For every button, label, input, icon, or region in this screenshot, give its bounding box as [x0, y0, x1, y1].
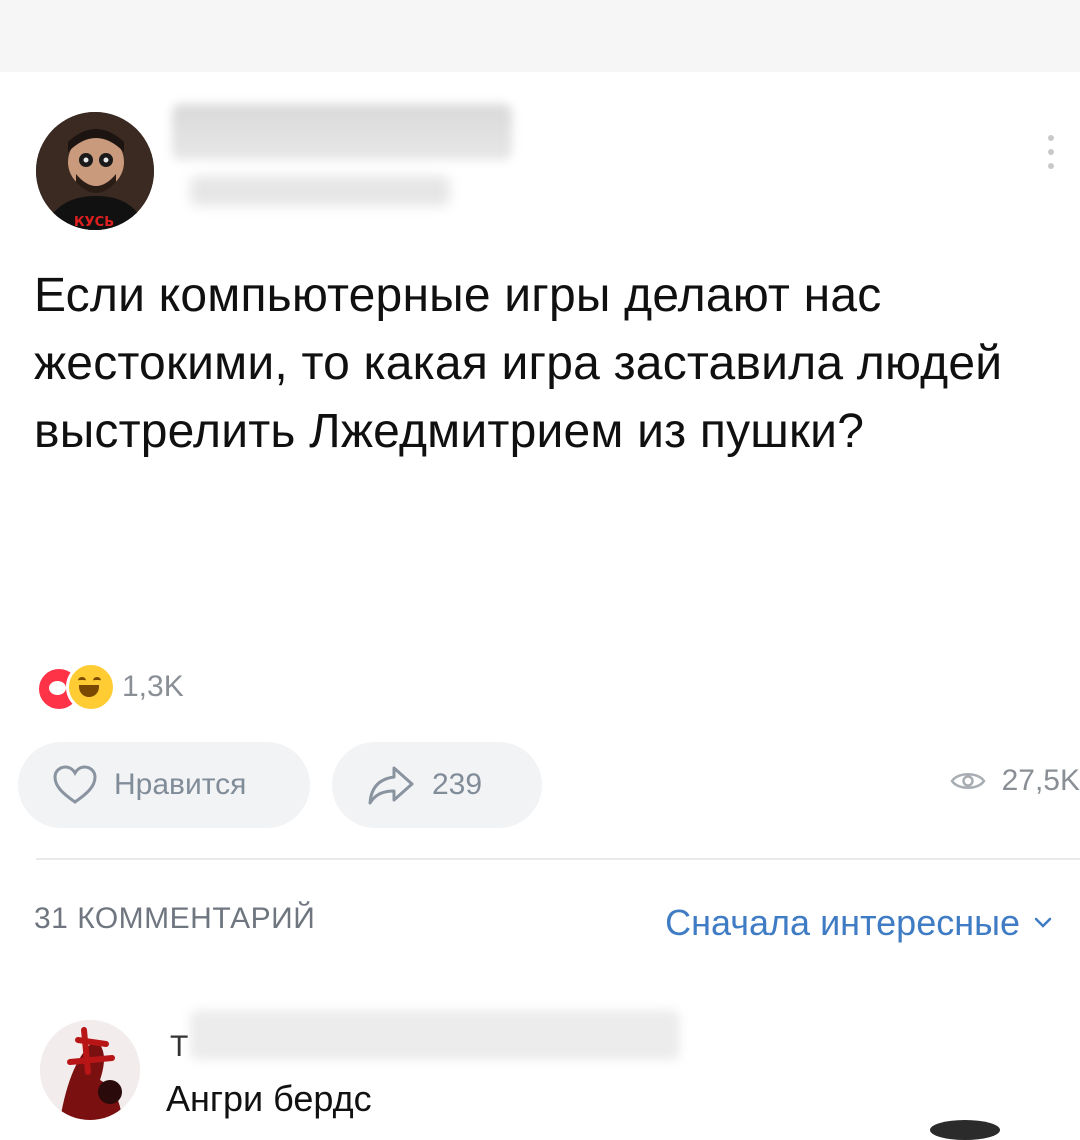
share-arrow-icon: [368, 766, 414, 805]
commenter-name-initial: Т: [170, 1030, 189, 1063]
more-options-icon[interactable]: [1044, 130, 1058, 180]
top-bar: [0, 0, 1080, 72]
post-actions: Нравится 239 27,5K: [18, 742, 1080, 828]
views-count: 27,5K: [1001, 764, 1080, 797]
chevron-down-icon: [1034, 917, 1052, 928]
eye-icon: [950, 773, 986, 789]
comments-sort-dropdown[interactable]: Сначала интересные: [665, 902, 1052, 944]
section-divider: [36, 858, 1080, 860]
heart-outline-icon: [53, 765, 97, 804]
comment-item: Т Ангри бердс: [0, 1000, 1080, 1140]
like-button[interactable]: Нравится: [18, 742, 310, 828]
sort-label: Сначала интересные: [665, 902, 1020, 943]
share-button[interactable]: 239: [332, 742, 542, 828]
author-name-redacted: [172, 104, 512, 160]
comment-text: Ангри бердс: [166, 1078, 372, 1119]
commenter-name-redacted: [190, 1010, 680, 1060]
laughing-face-reaction-icon: [66, 662, 116, 712]
like-label: Нравится: [114, 768, 247, 801]
author-subtitle-redacted: [190, 176, 450, 206]
views-counter: 27,5K: [950, 764, 1080, 798]
comments-count-heading: 31 КОММЕНТАРИЙ: [34, 902, 316, 935]
post-header: КУСЬ: [0, 90, 1080, 230]
next-avatar-edge: [930, 1120, 1000, 1140]
post-text: Если компьютерные игры делают нас жесток…: [34, 269, 1003, 458]
reactions-count: 1,3K: [122, 670, 184, 703]
author-avatar[interactable]: КУСЬ: [36, 112, 154, 230]
share-count: 239: [432, 768, 483, 801]
commenter-avatar[interactable]: [40, 1020, 140, 1120]
avatar-shirt-text: КУСЬ: [74, 215, 114, 230]
